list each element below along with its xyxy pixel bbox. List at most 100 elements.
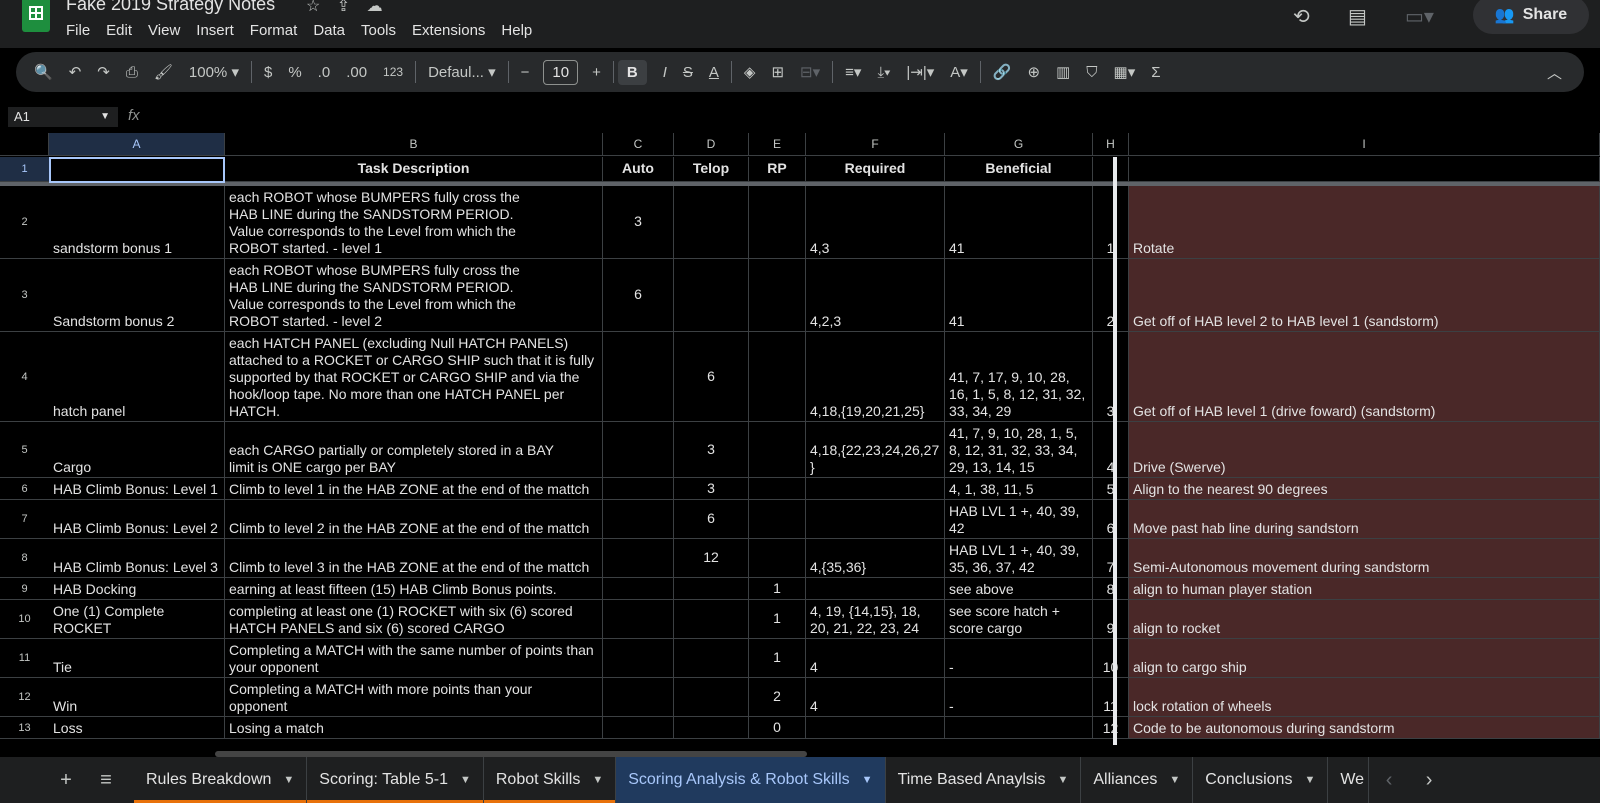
paint-format-icon[interactable]: 🖌 bbox=[146, 63, 181, 81]
table-cell[interactable] bbox=[603, 578, 674, 600]
table-cell[interactable]: Climb to level 2 in the HAB ZONE at the … bbox=[225, 500, 603, 539]
undo-icon[interactable]: ↶ bbox=[61, 63, 90, 81]
table-cell[interactable] bbox=[603, 600, 674, 639]
header-cell[interactable]: Required bbox=[806, 157, 945, 182]
table-cell[interactable]: Completing a MATCH with more points than… bbox=[225, 678, 603, 717]
comments-icon[interactable]: ▤ bbox=[1348, 4, 1367, 29]
menu-data[interactable]: Data bbox=[313, 20, 354, 41]
table-cell[interactable]: 41 bbox=[945, 186, 1093, 259]
table-cell[interactable]: Rotate bbox=[1129, 186, 1600, 259]
table-cell[interactable]: 4 bbox=[806, 678, 945, 717]
table-cell[interactable]: HAB Docking bbox=[49, 578, 225, 600]
share-button[interactable]: 👥 Share bbox=[1473, 0, 1589, 34]
version-history-icon[interactable]: ⟲ bbox=[1293, 4, 1310, 29]
table-cell[interactable]: 4,2,3 bbox=[806, 259, 945, 332]
table-cell[interactable]: Losing a match bbox=[225, 717, 603, 739]
redo-icon[interactable]: ↷ bbox=[89, 63, 118, 81]
menu-insert[interactable]: Insert bbox=[196, 20, 243, 41]
all-sheets-icon[interactable]: ≡ bbox=[86, 769, 126, 792]
table-cell[interactable]: 3 bbox=[674, 478, 749, 500]
table-cell[interactable]: Tie bbox=[49, 639, 225, 678]
table-cell[interactable] bbox=[603, 332, 674, 422]
row-header[interactable]: 4 bbox=[0, 332, 49, 422]
table-cell[interactable]: 12 bbox=[1093, 717, 1129, 739]
table-cell[interactable]: each ROBOT whose BUMPERS fully cross the… bbox=[225, 259, 603, 332]
horizontal-align-icon[interactable]: ≡▾ bbox=[837, 63, 869, 81]
search-menus-icon[interactable]: 🔍 bbox=[26, 63, 61, 81]
collapse-toolbar-icon[interactable]: ︿ bbox=[1539, 62, 1570, 83]
header-cell[interactable] bbox=[1093, 157, 1129, 182]
table-cell[interactable]: 1 bbox=[749, 600, 806, 639]
header-cell[interactable] bbox=[49, 157, 225, 182]
cloud-status-icon[interactable]: ☁ bbox=[367, 0, 383, 15]
table-cell[interactable]: Align to the nearest 90 degrees bbox=[1129, 478, 1600, 500]
table-cell[interactable]: 4,18,{22,23,24,26,27 } bbox=[806, 422, 945, 478]
header-cell[interactable]: Beneficial bbox=[945, 157, 1093, 182]
table-cell[interactable] bbox=[749, 422, 806, 478]
text-color-button[interactable]: A bbox=[701, 64, 727, 81]
table-cell[interactable]: 1 bbox=[749, 639, 806, 678]
filter-views-icon[interactable]: ▦▾ bbox=[1106, 63, 1144, 81]
table-cell[interactable]: 4,18,{19,20,21,25} bbox=[806, 332, 945, 422]
table-cell[interactable]: each ROBOT whose BUMPERS fully cross the… bbox=[225, 186, 603, 259]
column-header-h[interactable]: H bbox=[1093, 133, 1129, 156]
row-header[interactable]: 13 bbox=[0, 717, 49, 739]
table-cell[interactable]: hatch panel bbox=[49, 332, 225, 422]
column-header-a[interactable]: A bbox=[49, 133, 225, 156]
table-cell[interactable]: 8 bbox=[1093, 578, 1129, 600]
header-cell[interactable]: Task Description bbox=[225, 157, 603, 182]
table-cell[interactable]: 2 bbox=[749, 678, 806, 717]
table-cell[interactable]: Move past hab line during sandstorn bbox=[1129, 500, 1600, 539]
table-cell[interactable] bbox=[806, 478, 945, 500]
table-cell[interactable] bbox=[749, 539, 806, 578]
table-cell[interactable]: One (1) Complete ROCKET bbox=[49, 600, 225, 639]
row-header[interactable]: 10 bbox=[0, 600, 49, 639]
meet-icon[interactable]: ▭▾ bbox=[1405, 4, 1434, 29]
table-cell[interactable]: see above bbox=[945, 578, 1093, 600]
table-cell[interactable] bbox=[674, 639, 749, 678]
decrease-decimal-button[interactable]: .0 bbox=[310, 64, 339, 81]
table-cell[interactable]: Climb to level 3 in the HAB ZONE at the … bbox=[225, 539, 603, 578]
table-cell[interactable] bbox=[603, 678, 674, 717]
menu-edit[interactable]: Edit bbox=[106, 20, 141, 41]
header-cell[interactable]: RP bbox=[749, 157, 806, 182]
insert-comment-icon[interactable]: ⊕ bbox=[1020, 63, 1049, 81]
currency-format-button[interactable]: $ bbox=[256, 64, 280, 81]
header-cell[interactable]: Auto bbox=[603, 157, 674, 182]
table-cell[interactable]: 5 bbox=[1093, 478, 1129, 500]
table-cell[interactable]: 6 bbox=[674, 500, 749, 539]
row-header[interactable]: 12 bbox=[0, 678, 49, 717]
table-cell[interactable] bbox=[674, 717, 749, 739]
table-cell[interactable]: Climb to level 1 in the HAB ZONE at the … bbox=[225, 478, 603, 500]
table-cell[interactable] bbox=[806, 717, 945, 739]
font-select[interactable]: Defaul... ▾ bbox=[420, 63, 504, 81]
frozen-row-divider[interactable] bbox=[0, 182, 1600, 186]
menu-format[interactable]: Format bbox=[250, 20, 307, 41]
table-cell[interactable]: HAB LVL 1 +, 40, 39, 35, 36, 37, 42 bbox=[945, 539, 1093, 578]
font-size-input[interactable]: 10 bbox=[543, 59, 579, 85]
table-cell[interactable] bbox=[749, 186, 806, 259]
star-icon[interactable]: ☆ bbox=[306, 0, 320, 15]
menu-view[interactable]: View bbox=[148, 20, 189, 41]
table-cell[interactable]: 4,{35,36} bbox=[806, 539, 945, 578]
table-cell[interactable]: 1 bbox=[1093, 186, 1129, 259]
sheets-logo-icon[interactable] bbox=[22, 0, 50, 32]
more-formats-button[interactable]: 123 bbox=[375, 65, 411, 79]
increase-decimal-button[interactable]: .00 bbox=[338, 64, 375, 81]
table-cell[interactable] bbox=[806, 578, 945, 600]
table-cell[interactable]: 4 bbox=[806, 639, 945, 678]
table-cell[interactable]: 1 bbox=[749, 578, 806, 600]
move-icon[interactable]: ⇪ bbox=[337, 0, 350, 15]
table-cell[interactable] bbox=[749, 332, 806, 422]
table-cell[interactable] bbox=[749, 478, 806, 500]
table-cell[interactable] bbox=[603, 539, 674, 578]
tab-conclusions[interactable]: Conclusions ▼ bbox=[1193, 757, 1329, 803]
table-cell[interactable]: HAB LVL 1 +, 40, 39, 42 bbox=[945, 500, 1093, 539]
row-header[interactable]: 7 bbox=[0, 500, 49, 539]
table-cell[interactable]: HAB Climb Bonus: Level 1 bbox=[49, 478, 225, 500]
table-cell[interactable]: Get off of HAB level 1 (drive foward) (s… bbox=[1129, 332, 1600, 422]
row-header[interactable]: 8 bbox=[0, 539, 49, 578]
insert-link-icon[interactable]: 🔗 bbox=[985, 63, 1020, 81]
table-cell[interactable]: 9 bbox=[1093, 600, 1129, 639]
table-cell[interactable]: lock rotation of wheels bbox=[1129, 678, 1600, 717]
